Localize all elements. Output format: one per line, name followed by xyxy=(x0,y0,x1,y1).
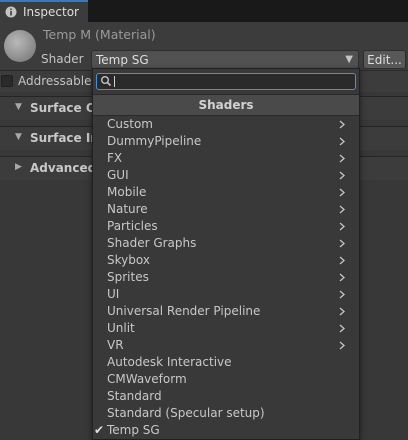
menu-item[interactable]: DummyPipeline xyxy=(93,133,359,150)
shader-menu-list: Custom DummyPipeline FX GUI Mobile Nature Part… xyxy=(93,116,359,439)
menu-item-label: Unlit xyxy=(107,321,135,335)
menu-item[interactable]: UI xyxy=(93,286,359,303)
menu-item[interactable]: CMWaveform xyxy=(93,371,359,388)
menu-item[interactable]: Standard xyxy=(93,388,359,405)
material-header: Temp M (Material) Shader Temp SG ▼ Edit.… xyxy=(0,22,408,70)
edit-shader-button[interactable]: Edit... xyxy=(363,50,406,69)
chevron-right-icon xyxy=(337,116,347,133)
search-icon xyxy=(100,75,112,87)
menu-item[interactable]: Standard (Specular setup) xyxy=(93,405,359,422)
menu-item[interactable]: FX xyxy=(93,150,359,167)
menu-item[interactable]: Nature xyxy=(93,201,359,218)
menu-item[interactable]: Universal Render Pipeline xyxy=(93,303,359,320)
chevron-right-icon xyxy=(337,133,347,150)
menu-item-label: VR xyxy=(107,338,124,352)
chevron-right-icon xyxy=(337,150,347,167)
menu-item-label: Autodesk Interactive xyxy=(107,355,232,369)
menu-item[interactable]: Particles xyxy=(93,218,359,235)
menu-item-label: Mobile xyxy=(107,185,147,199)
chevron-right-icon xyxy=(337,184,347,201)
menu-item[interactable]: Unlit xyxy=(93,320,359,337)
shader-dropdown-menu: Shaders Custom DummyPipeline FX GUI Mobile Na… xyxy=(92,68,360,440)
menu-item-label: Temp SG xyxy=(107,423,160,437)
menu-header: Shaders xyxy=(93,94,359,116)
info-icon xyxy=(4,5,18,19)
menu-item-label: Nature xyxy=(107,202,148,216)
menu-item[interactable]: Autodesk Interactive xyxy=(93,354,359,371)
menu-item[interactable]: GUI xyxy=(93,167,359,184)
menu-item-label: Skybox xyxy=(107,253,150,267)
menu-item-label: UI xyxy=(107,287,120,301)
expanded-triangle-icon: ▼ xyxy=(15,102,22,112)
menu-item-label: DummyPipeline xyxy=(107,134,202,148)
menu-item-label: GUI xyxy=(107,168,129,182)
menu-item-label: Standard (Specular setup) xyxy=(107,406,265,420)
chevron-right-icon xyxy=(337,252,347,269)
menu-item[interactable]: Mobile xyxy=(93,184,359,201)
checkmark-icon: ✔ xyxy=(94,423,105,437)
menu-item[interactable]: Custom xyxy=(93,116,359,133)
chevron-right-icon xyxy=(337,235,347,252)
menu-item-label: Universal Render Pipeline xyxy=(107,304,261,318)
chevron-right-icon xyxy=(337,303,347,320)
shader-label: Shader xyxy=(41,52,84,66)
chevron-right-icon xyxy=(337,218,347,235)
section-label: Advanced xyxy=(30,161,97,175)
chevron-right-icon xyxy=(337,320,347,337)
addressable-label: Addressable xyxy=(18,74,92,88)
collapsed-triangle-icon: ▶ xyxy=(15,162,22,172)
chevron-right-icon xyxy=(337,286,347,303)
chevron-right-icon xyxy=(337,337,347,354)
menu-item-label: Particles xyxy=(107,219,158,233)
menu-item[interactable]: VR xyxy=(93,337,359,354)
material-preview-thumbnail xyxy=(4,30,36,62)
chevron-right-icon xyxy=(337,269,347,286)
tab-bar: Inspector xyxy=(0,0,408,22)
shader-dropdown[interactable]: Temp SG ▼ xyxy=(91,50,359,69)
menu-item-label: Sprites xyxy=(107,270,149,284)
menu-item-label: CMWaveform xyxy=(107,372,187,386)
menu-item-label: FX xyxy=(107,151,123,165)
tab-inspector[interactable]: Inspector xyxy=(0,0,88,22)
menu-item-label: Standard xyxy=(107,389,162,403)
chevron-right-icon xyxy=(337,201,347,218)
menu-item[interactable]: Shader Graphs xyxy=(93,235,359,252)
menu-item[interactable]: Sprites xyxy=(93,269,359,286)
shader-dropdown-value: Temp SG xyxy=(96,52,149,67)
text-caret xyxy=(114,76,115,87)
tab-inspector-label: Inspector xyxy=(23,5,79,19)
material-title: Temp M (Material) xyxy=(43,27,156,42)
shader-search-input[interactable] xyxy=(96,73,356,90)
expanded-triangle-icon: ▼ xyxy=(15,132,22,142)
menu-item[interactable]: ✔ Temp SG xyxy=(93,422,359,439)
dropdown-arrow-icon: ▼ xyxy=(345,54,353,65)
menu-item[interactable]: Skybox xyxy=(93,252,359,269)
menu-item-label: Shader Graphs xyxy=(107,236,197,250)
addressable-checkbox[interactable] xyxy=(1,75,13,87)
menu-item-label: Custom xyxy=(107,117,153,131)
chevron-right-icon xyxy=(337,167,347,184)
